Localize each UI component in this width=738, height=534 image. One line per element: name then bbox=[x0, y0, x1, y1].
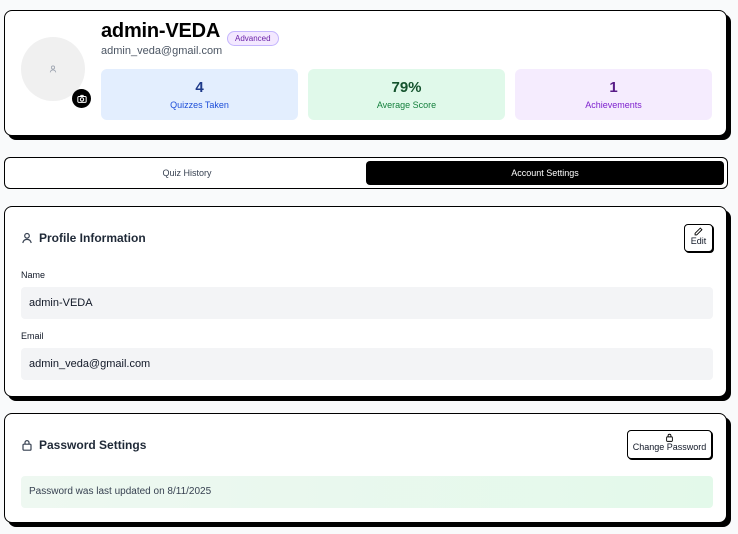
user-icon bbox=[49, 65, 57, 73]
change-password-label: Change Password bbox=[632, 442, 707, 452]
lock-icon bbox=[22, 440, 32, 451]
user-icon bbox=[22, 232, 32, 244]
stat-achievements: 1 Achievements bbox=[515, 69, 712, 120]
password-updated-note: Password was last updated on 8/11/2025 bbox=[21, 476, 713, 508]
tab-bar: Quiz History Account Settings bbox=[4, 157, 728, 189]
stat-average-score: 79% Average Score bbox=[308, 69, 505, 120]
name-field[interactable]: admin-VEDA bbox=[21, 287, 713, 319]
stat-value: 79% bbox=[391, 79, 422, 96]
section-title-text: Password Settings bbox=[39, 438, 147, 452]
email-label: Email bbox=[21, 331, 44, 341]
lock-icon bbox=[666, 433, 673, 442]
password-settings-heading: Password Settings bbox=[21, 438, 146, 452]
stat-label: Achievements bbox=[585, 100, 642, 110]
password-settings-card: Password Settings Change Password Passwo… bbox=[4, 413, 727, 523]
stat-label: Average Score bbox=[376, 100, 437, 110]
stat-value: 1 bbox=[609, 79, 618, 96]
stat-label: Quizzes Taken bbox=[170, 100, 229, 110]
user-email: admin_veda@gmail.com bbox=[101, 45, 223, 57]
name-label: Name bbox=[21, 270, 46, 280]
tab-quiz-history[interactable]: Quiz History bbox=[8, 161, 366, 185]
level-badge: Advanced bbox=[227, 31, 279, 46]
change-password-button[interactable]: Change Password bbox=[627, 430, 712, 459]
camera-icon bbox=[76, 94, 87, 103]
tab-account-settings[interactable]: Account Settings bbox=[366, 161, 724, 185]
stat-quizzes-taken: 4 Quizzes Taken bbox=[101, 69, 298, 120]
change-avatar-button[interactable] bbox=[72, 89, 91, 108]
edit-label: Edit bbox=[690, 236, 707, 246]
email-field[interactable]: admin_veda@gmail.com bbox=[21, 348, 713, 380]
profile-card: admin-VEDA Advanced admin_veda@gmail.com… bbox=[4, 10, 727, 136]
user-name: admin-VEDA bbox=[101, 20, 221, 42]
edit-profile-button[interactable]: Edit bbox=[684, 224, 713, 252]
stat-value: 4 bbox=[195, 79, 204, 96]
profile-info-card: Profile Information Edit Name admin-VEDA… bbox=[4, 206, 727, 397]
section-title-text: Profile Information bbox=[39, 231, 146, 245]
profile-info-heading: Profile Information bbox=[21, 231, 146, 245]
pencil-icon bbox=[694, 227, 703, 236]
